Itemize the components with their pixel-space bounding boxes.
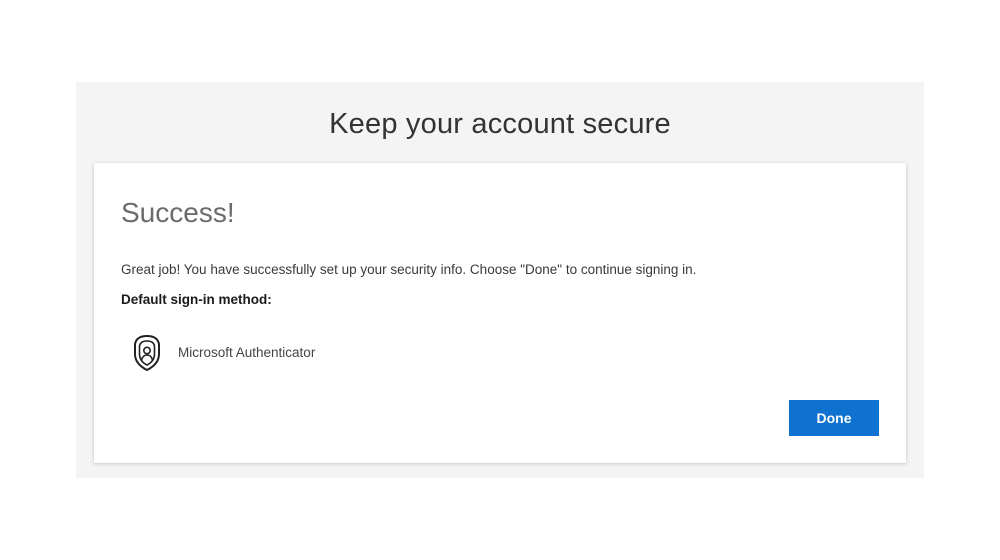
done-button[interactable]: Done (789, 400, 879, 436)
default-method-label: Default sign-in method: (121, 292, 272, 307)
method-name: Microsoft Authenticator (178, 345, 316, 360)
success-heading: Success! (121, 197, 235, 228)
default-method-row: Microsoft Authenticator (130, 333, 315, 373)
success-message: Great job! You have successfully set up … (121, 262, 697, 277)
success-card: Success! Great job! You have successfull… (94, 163, 906, 463)
page-title: Keep your account secure (329, 108, 671, 140)
authenticator-icon (130, 334, 164, 372)
